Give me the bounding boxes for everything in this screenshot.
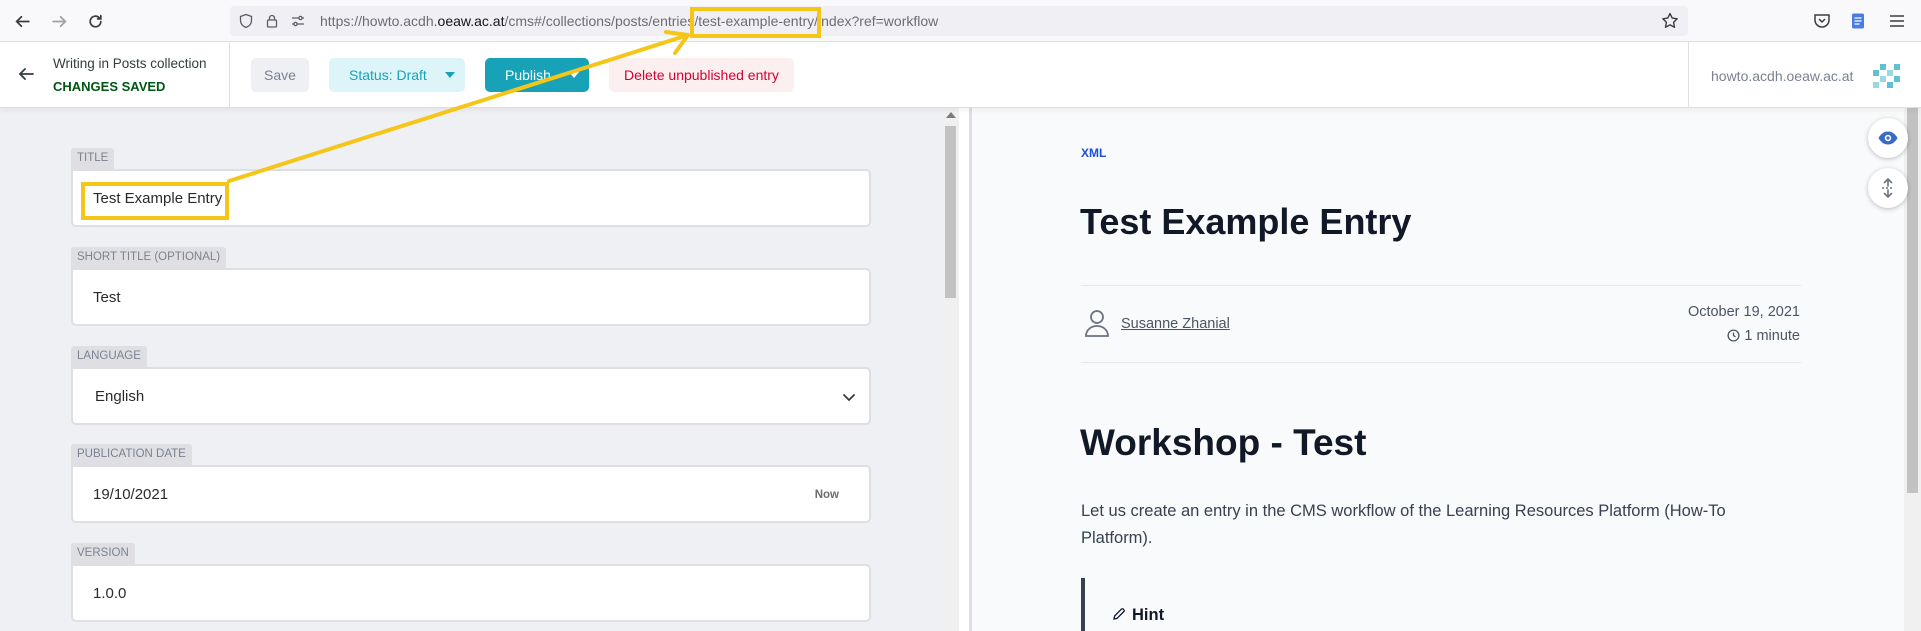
publish-label: Publish	[505, 67, 551, 83]
scroll-thumb[interactable]	[1907, 108, 1918, 493]
chevron-down-icon	[569, 72, 579, 78]
collection-title[interactable]: Writing in Posts collection	[53, 56, 207, 71]
clock-icon	[1727, 329, 1740, 342]
short-title-input[interactable]: Test	[71, 268, 871, 326]
publication-date: October 19, 2021	[1687, 304, 1800, 320]
user-icon	[1085, 310, 1109, 337]
field-label: PUBLICATION DATE	[71, 444, 192, 465]
language-select[interactable]: English	[71, 367, 871, 425]
url-slug-highlight-box	[690, 7, 821, 38]
publication-date-input[interactable]: 19/10/2021 Now	[71, 465, 871, 523]
hint-title: Hint	[1112, 606, 1164, 625]
sync-scroll-icon	[1882, 177, 1894, 199]
url-bar[interactable]: https://howto.acdh.oeaw.ac.at/cms#/colle…	[230, 6, 1688, 36]
field-label: SHORT TITLE (OPTIONAL)	[71, 247, 227, 268]
preview-paragraph: Let us create an entry in the CMS workfl…	[1081, 502, 1726, 547]
sync-scroll-button[interactable]	[1868, 168, 1908, 208]
save-status: CHANGES SAVED	[53, 79, 166, 94]
field-label: LANGUAGE	[71, 346, 147, 367]
delete-entry-button[interactable]: Delete unpublished entry	[609, 58, 794, 92]
status-label: Status: Draft	[349, 67, 427, 83]
save-button[interactable]: Save	[251, 58, 309, 92]
language-field: LANGUAGE English	[71, 346, 871, 425]
read-time: 1 minute	[1600, 328, 1800, 344]
eye-icon	[1878, 131, 1898, 145]
publication-date-field: PUBLICATION DATE 19/10/2021 Now	[71, 444, 871, 523]
chevron-down-icon	[445, 72, 455, 78]
pocket-icon[interactable]	[1812, 11, 1832, 31]
editor-scrollbar[interactable]	[942, 108, 959, 631]
extension-icon[interactable]	[1848, 11, 1868, 31]
scroll-thumb[interactable]	[945, 126, 956, 298]
url-text[interactable]: https://howto.acdh.oeaw.ac.at/cms#/colle…	[320, 13, 938, 29]
editor-toolbar: Writing in Posts collection CHANGES SAVE…	[0, 42, 1921, 108]
author-link[interactable]: Susanne Zhanial	[1121, 316, 1230, 332]
field-value: 1.0.0	[93, 585, 127, 602]
shield-icon[interactable]	[238, 13, 254, 29]
forward-arrow-icon[interactable]	[47, 9, 71, 33]
scroll-up-icon[interactable]	[946, 112, 956, 118]
field-label: TITLE	[71, 148, 115, 169]
field-label: VERSION	[71, 543, 135, 564]
reload-icon[interactable]	[83, 9, 107, 33]
read-time-text: 1 minute	[1744, 328, 1800, 344]
preview-pane	[972, 108, 1904, 631]
divider	[1081, 285, 1801, 286]
version-field: VERSION 1.0.0	[71, 543, 871, 622]
back-arrow-icon[interactable]	[10, 9, 34, 33]
permissions-icon[interactable]	[290, 13, 306, 29]
divider	[1688, 42, 1689, 108]
divider	[229, 42, 230, 108]
short-title-field: SHORT TITLE (OPTIONAL) Test	[71, 247, 871, 326]
pencil-icon	[1113, 608, 1125, 620]
bookmark-star-icon[interactable]	[1660, 11, 1680, 31]
divider	[1081, 362, 1801, 363]
field-value: Test	[93, 289, 121, 306]
field-value: 19/10/2021	[93, 486, 169, 503]
site-logo-icon[interactable]	[1870, 58, 1904, 92]
browser-toolbar: https://howto.acdh.oeaw.ac.at/cms#/colle…	[0, 0, 1921, 42]
publish-button[interactable]: Publish	[485, 58, 589, 92]
hint-label: Hint	[1132, 606, 1165, 624]
status-dropdown[interactable]: Status: Draft	[329, 58, 465, 92]
preview-title: Test Example Entry	[1080, 201, 1412, 242]
field-value: English	[95, 388, 145, 405]
hint-callout: Hint	[1081, 578, 1801, 631]
now-button[interactable]: Now	[815, 489, 839, 501]
version-input[interactable]: 1.0.0	[71, 564, 871, 622]
tag-link[interactable]: XML	[1081, 146, 1106, 160]
preview-heading: Workshop - Test	[1080, 422, 1367, 463]
back-to-collection-icon[interactable]	[16, 64, 36, 84]
title-highlight-box	[81, 182, 229, 220]
toggle-preview-button[interactable]	[1868, 118, 1908, 158]
pane-gap	[959, 108, 969, 631]
chevron-down-icon	[843, 394, 855, 402]
menu-icon[interactable]	[1887, 11, 1907, 31]
lock-icon[interactable]	[264, 13, 280, 29]
site-url-link[interactable]: howto.acdh.oeaw.ac.at	[1711, 68, 1853, 84]
